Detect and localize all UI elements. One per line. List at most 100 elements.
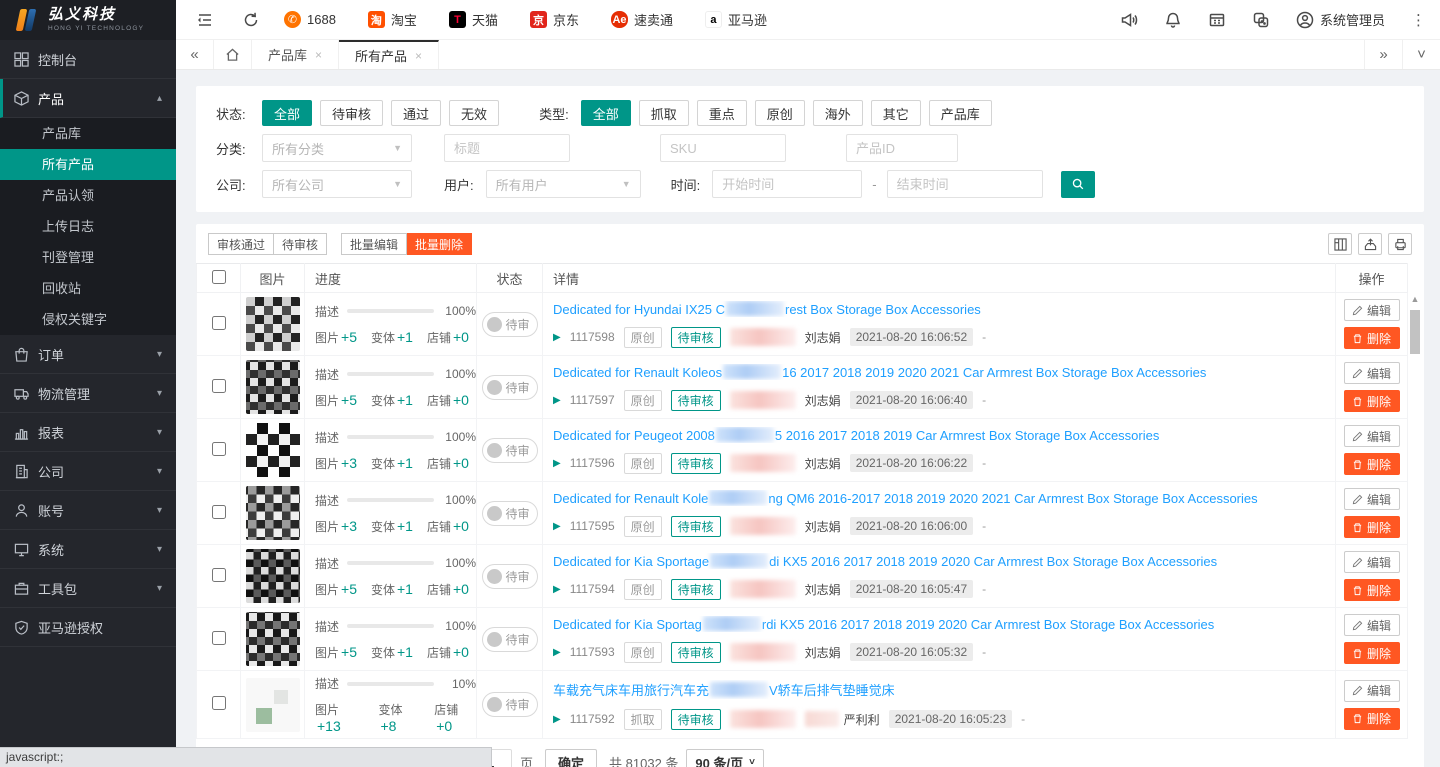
product-title-link[interactable]: Dedicated for Kia Sportagrdi KX5 2016 20… xyxy=(553,616,1214,632)
status-chip-passed[interactable]: 通过 xyxy=(391,100,441,126)
current-user-menu[interactable]: 系统管理员 xyxy=(1296,10,1385,29)
play-icon[interactable]: ▶ xyxy=(553,714,561,725)
sidebar-item-upload-log[interactable]: 上传日志 xyxy=(0,211,176,242)
print-button[interactable] xyxy=(1388,233,1412,255)
product-title-link[interactable]: Dedicated for Renault Koleng QM6 2016-20… xyxy=(553,490,1258,506)
tab-all-products[interactable]: 所有产品 × xyxy=(339,40,439,69)
play-icon[interactable]: ▶ xyxy=(553,395,561,406)
type-chip-original[interactable]: 原创 xyxy=(755,100,805,126)
status-chip-pending[interactable]: 待审核 xyxy=(320,100,383,126)
delete-button[interactable]: 删除 xyxy=(1344,327,1400,349)
export-button[interactable] xyxy=(1358,233,1382,255)
sidebar-item-logistics[interactable]: 物流管理 ▾ xyxy=(0,374,176,413)
product-thumbnail[interactable] xyxy=(246,297,300,351)
row-checkbox[interactable] xyxy=(212,379,226,393)
title-input[interactable] xyxy=(444,134,570,162)
row-checkbox[interactable] xyxy=(212,316,226,330)
sidebar-item-system[interactable]: 系统 ▾ xyxy=(0,530,176,569)
sidebar-item-dashboard[interactable]: 控制台 xyxy=(0,40,176,79)
more-menu-icon[interactable]: ⋮ xyxy=(1411,11,1426,29)
tab-product-library[interactable]: 产品库 × xyxy=(252,40,339,69)
user-select[interactable]: 所有用户 ▼ xyxy=(486,170,641,198)
play-icon[interactable]: ▶ xyxy=(553,521,561,532)
platform-tab-amazon[interactable]: a 亚马逊 xyxy=(705,10,767,29)
play-icon[interactable]: ▶ xyxy=(553,332,561,343)
product-title-link[interactable]: Dedicated for Hyundai IX25 Crest Box Sto… xyxy=(553,301,981,317)
delete-button[interactable]: 删除 xyxy=(1344,708,1400,730)
sidebar-item-company[interactable]: 公司 ▾ xyxy=(0,452,176,491)
platform-tab-tmall[interactable]: T 天猫 xyxy=(449,10,498,29)
end-time-input[interactable] xyxy=(887,170,1043,198)
tabs-menu-icon[interactable]: ˅ xyxy=(1402,40,1440,69)
product-thumbnail[interactable] xyxy=(246,423,300,477)
row-checkbox[interactable] xyxy=(212,696,226,710)
product-thumbnail[interactable] xyxy=(246,486,300,540)
type-chip-library[interactable]: 产品库 xyxy=(929,100,992,126)
type-chip-all[interactable]: 全部 xyxy=(581,100,631,126)
type-chip-scraped[interactable]: 抓取 xyxy=(639,100,689,126)
table-scrollbar[interactable]: ▲ xyxy=(1409,292,1421,731)
delete-button[interactable]: 删除 xyxy=(1344,642,1400,664)
platform-tab-1688[interactable]: ✆ 1688 xyxy=(284,11,336,28)
scroll-up-icon[interactable]: ▲ xyxy=(1409,292,1421,306)
edit-button[interactable]: 编辑 xyxy=(1344,362,1400,384)
edit-button[interactable]: 编辑 xyxy=(1344,425,1400,447)
type-chip-overseas[interactable]: 海外 xyxy=(813,100,863,126)
sidebar-item-infringement-keywords[interactable]: 侵权关键字 xyxy=(0,304,176,335)
sidebar-item-amazon-auth[interactable]: 亚马逊授权 xyxy=(0,608,176,647)
product-title-link[interactable]: Dedicated for Peugeot 20085 2016 2017 20… xyxy=(553,427,1159,443)
batch-delete-button[interactable]: 批量删除 xyxy=(407,233,472,255)
row-checkbox[interactable] xyxy=(212,631,226,645)
page-size-select[interactable]: 90 条/页 ˅ xyxy=(686,749,764,767)
product-title-link[interactable]: 车载充气床车用旅行汽车充V轿车后排气垫睡觉床 xyxy=(553,680,895,699)
approve-button[interactable]: 审核通过 xyxy=(208,233,274,255)
refresh-icon[interactable] xyxy=(242,11,260,29)
confirm-page-button[interactable]: 确定 xyxy=(545,749,597,767)
close-icon[interactable]: × xyxy=(415,49,422,63)
home-tab[interactable] xyxy=(214,40,252,69)
product-thumbnail[interactable] xyxy=(246,360,300,414)
edit-button[interactable]: 编辑 xyxy=(1344,614,1400,636)
product-thumbnail[interactable] xyxy=(246,549,300,603)
delete-button[interactable]: 删除 xyxy=(1344,516,1400,538)
edit-button[interactable]: 编辑 xyxy=(1344,488,1400,510)
product-title-link[interactable]: Dedicated for Kia Sportagedi KX5 2016 20… xyxy=(553,553,1217,569)
sidebar-item-product-library[interactable]: 产品库 xyxy=(0,118,176,149)
sidebar-item-accounts[interactable]: 账号 ▾ xyxy=(0,491,176,530)
company-select[interactable]: 所有公司 ▼ xyxy=(262,170,412,198)
sidebar-item-recycle-bin[interactable]: 回收站 xyxy=(0,273,176,304)
row-checkbox[interactable] xyxy=(212,568,226,582)
delete-button[interactable]: 删除 xyxy=(1344,579,1400,601)
columns-filter-button[interactable] xyxy=(1328,233,1352,255)
delete-button[interactable]: 删除 xyxy=(1344,390,1400,412)
row-checkbox[interactable] xyxy=(212,505,226,519)
bell-icon[interactable] xyxy=(1164,11,1182,29)
platform-tab-taobao[interactable]: 淘 淘宝 xyxy=(368,10,417,29)
product-title-link[interactable]: Dedicated for Renault Koleos16 2017 2018… xyxy=(553,364,1206,380)
sidebar-item-orders[interactable]: 订单 ▾ xyxy=(0,335,176,374)
play-icon[interactable]: ▶ xyxy=(553,647,561,658)
platform-tab-aliexpress[interactable]: Ae 速卖通 xyxy=(611,10,673,29)
type-chip-other[interactable]: 其它 xyxy=(871,100,921,126)
panel-icon[interactable] xyxy=(1208,11,1226,29)
edit-button[interactable]: 编辑 xyxy=(1344,551,1400,573)
batch-edit-button[interactable]: 批量编辑 xyxy=(341,233,407,255)
close-icon[interactable]: × xyxy=(315,48,322,62)
product-thumbnail[interactable] xyxy=(246,612,300,666)
start-time-input[interactable] xyxy=(712,170,862,198)
sidebar-item-toolbox[interactable]: 工具包 ▾ xyxy=(0,569,176,608)
sidebar-item-listing-management[interactable]: 刊登管理 xyxy=(0,242,176,273)
row-checkbox[interactable] xyxy=(212,442,226,456)
status-chip-all[interactable]: 全部 xyxy=(262,100,312,126)
edit-button[interactable]: 编辑 xyxy=(1344,680,1400,702)
delete-button[interactable]: 删除 xyxy=(1344,453,1400,475)
announcement-icon[interactable] xyxy=(1120,11,1138,29)
scrollbar-thumb[interactable] xyxy=(1410,310,1420,354)
tabs-scroll-right-icon[interactable]: » xyxy=(1364,40,1402,69)
product-id-input[interactable] xyxy=(846,134,958,162)
sidebar-item-product-claim[interactable]: 产品认领 xyxy=(0,180,176,211)
category-select[interactable]: 所有分类 ▼ xyxy=(262,134,412,162)
play-icon[interactable]: ▶ xyxy=(553,458,561,469)
sidebar-item-all-products[interactable]: 所有产品 xyxy=(0,149,176,180)
collapse-sidebar-icon[interactable] xyxy=(196,11,214,29)
